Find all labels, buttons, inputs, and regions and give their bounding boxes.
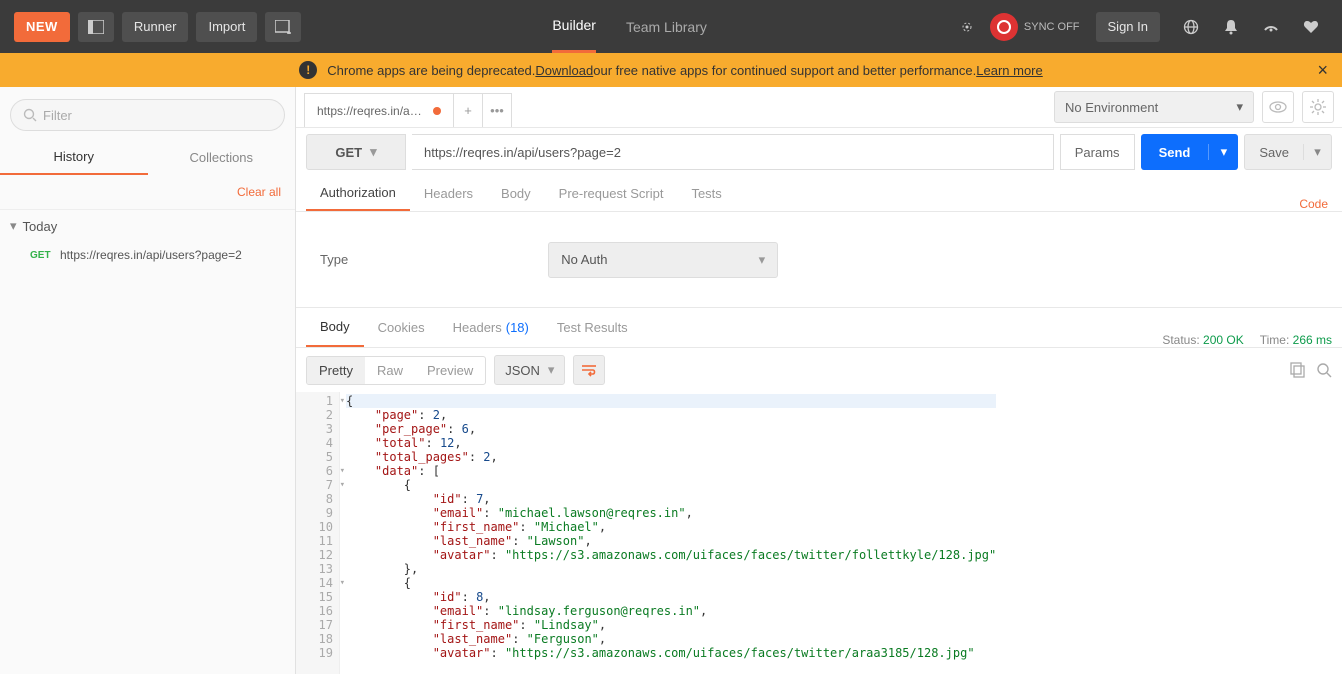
auth-type-value: No Auth xyxy=(561,252,607,267)
chevron-down-icon: ▾ xyxy=(10,218,17,234)
format-label: JSON xyxy=(505,363,540,378)
format-select[interactable]: JSON ▾ xyxy=(494,355,565,385)
history-item-method: GET xyxy=(30,250,60,261)
filter-placeholder: Filter xyxy=(43,108,72,123)
new-button[interactable]: NEW xyxy=(14,12,70,42)
save-button[interactable]: Save ▾ xyxy=(1244,134,1332,170)
body-subtab[interactable]: Body xyxy=(487,175,545,211)
save-dropdown[interactable]: ▾ xyxy=(1303,144,1331,160)
main-panel: https://reqres.in/api/u + ••• No Environ… xyxy=(296,87,1342,674)
auth-type-select[interactable]: No Auth ▾ xyxy=(548,242,778,278)
response-cookies-tab[interactable]: Cookies xyxy=(364,307,439,347)
response-body-viewer[interactable]: 12345678910111213141516171819 { "page": … xyxy=(296,392,1342,674)
new-tab-button[interactable]: + xyxy=(453,93,483,127)
sync-icon xyxy=(996,19,1012,35)
deprecation-banner: ! Chrome apps are being deprecated. Down… xyxy=(0,53,1342,87)
import-button[interactable]: Import xyxy=(196,12,257,42)
code-link[interactable]: Code xyxy=(1299,197,1332,211)
topbar: NEW Runner Import Builder Team Library S… xyxy=(0,0,1342,53)
banner-learn-more-link[interactable]: Learn more xyxy=(976,63,1042,78)
signin-button[interactable]: Sign In xyxy=(1096,12,1160,42)
method-label: GET xyxy=(335,145,362,160)
tests-subtab[interactable]: Tests xyxy=(677,175,735,211)
url-input[interactable]: https://reqres.in/api/users?page=2 xyxy=(412,134,1054,170)
sync-status-text: SYNC OFF xyxy=(1024,21,1080,33)
warning-icon: ! xyxy=(299,61,317,79)
response-headers-tab[interactable]: Headers (18) xyxy=(439,307,543,347)
headers-subtab[interactable]: Headers xyxy=(410,175,487,211)
capture-icon[interactable] xyxy=(950,10,984,44)
history-group-today[interactable]: ▾ Today xyxy=(0,210,295,242)
prerequest-subtab[interactable]: Pre-request Script xyxy=(545,175,678,211)
window-plus-icon xyxy=(275,20,291,34)
response-view-toggle: Pretty Raw Preview xyxy=(306,356,486,385)
time-value: 266 ms xyxy=(1293,333,1332,347)
response-headers-label: Headers xyxy=(453,320,502,335)
environment-preview-button[interactable] xyxy=(1262,91,1294,123)
chevron-down-icon: ▾ xyxy=(370,144,377,160)
send-button[interactable]: Send ▾ xyxy=(1141,134,1239,170)
sidebar: Filter History Collections Clear all ▾ T… xyxy=(0,87,296,674)
response-body-tab[interactable]: Body xyxy=(306,307,364,347)
pretty-view[interactable]: Pretty xyxy=(307,357,365,384)
sidebar-toggle-button[interactable] xyxy=(78,12,114,42)
status-label: Status: xyxy=(1162,333,1199,347)
environment-select[interactable]: No Environment ▾ xyxy=(1054,91,1254,123)
save-label: Save xyxy=(1245,145,1303,160)
response-headers-count: (18) xyxy=(506,320,529,335)
copy-icon[interactable] xyxy=(1290,362,1306,378)
wrap-icon xyxy=(581,363,597,377)
request-tab[interactable]: https://reqres.in/api/u xyxy=(304,93,454,127)
raw-view[interactable]: Raw xyxy=(365,357,415,384)
banner-download-link[interactable]: Download xyxy=(535,63,593,78)
sync-badge[interactable] xyxy=(990,13,1018,41)
send-dropdown[interactable]: ▾ xyxy=(1208,144,1238,160)
preview-view[interactable]: Preview xyxy=(415,357,485,384)
history-item-url: https://reqres.in/api/users?page=2 xyxy=(60,248,242,262)
tab-options-button[interactable]: ••• xyxy=(482,93,512,127)
notifications-icon[interactable] xyxy=(1214,10,1248,44)
team-library-tab[interactable]: Team Library xyxy=(626,0,707,53)
runner-button[interactable]: Runner xyxy=(122,12,189,42)
environment-label: No Environment xyxy=(1065,100,1158,115)
new-window-button[interactable] xyxy=(265,12,301,42)
environment-settings-button[interactable] xyxy=(1302,91,1334,123)
banner-text-2: our free native apps for continued suppo… xyxy=(593,63,976,78)
chevron-down-icon: ▾ xyxy=(548,362,555,378)
globe-icon[interactable] xyxy=(1174,10,1208,44)
response-tests-tab[interactable]: Test Results xyxy=(543,307,642,347)
params-button[interactable]: Params xyxy=(1060,134,1135,170)
history-tab[interactable]: History xyxy=(0,139,148,175)
panel-icon xyxy=(88,20,104,34)
time-label: Time: xyxy=(1260,333,1290,347)
heart-icon[interactable] xyxy=(1294,10,1328,44)
history-item[interactable]: GET https://reqres.in/api/users?page=2 xyxy=(0,242,295,268)
builder-tab[interactable]: Builder xyxy=(552,0,596,53)
banner-close-button[interactable]: × xyxy=(1317,60,1328,81)
auth-type-label: Type xyxy=(320,252,348,267)
search-response-icon[interactable] xyxy=(1316,362,1332,378)
chevron-down-icon: ▾ xyxy=(1236,99,1243,115)
status-value: 200 OK xyxy=(1203,333,1244,347)
send-label: Send xyxy=(1141,145,1209,160)
chevron-down-icon: ▾ xyxy=(759,252,766,268)
collections-tab[interactable]: Collections xyxy=(148,139,296,175)
search-icon xyxy=(23,108,37,122)
settings-icon[interactable] xyxy=(1254,10,1288,44)
filter-input[interactable]: Filter xyxy=(10,99,285,131)
history-group-label: Today xyxy=(23,219,58,234)
request-tab-title: https://reqres.in/api/u xyxy=(317,104,425,118)
wrap-lines-button[interactable] xyxy=(573,355,605,385)
unsaved-dot-icon xyxy=(433,107,441,115)
clear-all-link[interactable]: Clear all xyxy=(0,175,295,210)
method-select[interactable]: GET ▾ xyxy=(306,134,406,170)
banner-text-1: Chrome apps are being deprecated. xyxy=(327,63,535,78)
auth-subtab[interactable]: Authorization xyxy=(306,175,410,211)
